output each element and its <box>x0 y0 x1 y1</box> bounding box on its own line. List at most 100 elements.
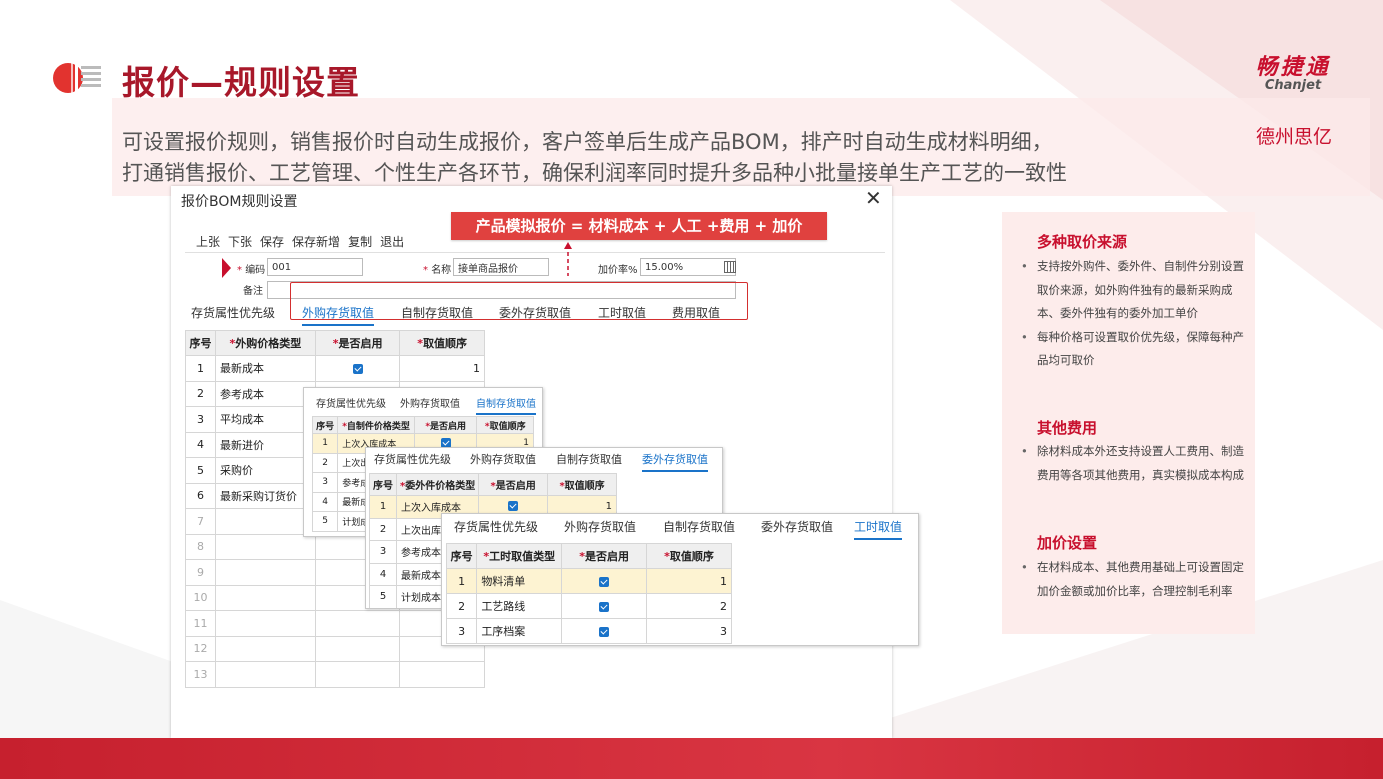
checkbox-checked-icon[interactable] <box>508 501 519 512</box>
table-row[interactable]: 3 工序档案 3 <box>445 618 732 644</box>
checkbox-checked-icon[interactable] <box>599 601 610 612</box>
enabled-cell[interactable] <box>314 355 401 382</box>
row-index: 9 <box>185 559 216 586</box>
col-header: *是否启用 <box>478 473 549 496</box>
enabled-cell[interactable] <box>561 618 648 644</box>
code-label: * 编码 <box>237 265 266 276</box>
copy-button[interactable]: 复制 <box>348 233 372 250</box>
p1-tab-attribute-priority[interactable]: 存货属性优先级 <box>316 395 386 410</box>
p2-tab-self-made[interactable]: 自制存货取值 <box>556 451 622 467</box>
enabled-cell[interactable] <box>314 635 401 662</box>
table-row[interactable]: 12 <box>185 635 485 662</box>
p3-tab-work-hours[interactable]: 工时取值 <box>854 518 903 540</box>
price-type-cell: 参考成本 <box>214 380 316 407</box>
row-index: 2 <box>185 380 216 407</box>
table-row[interactable]: 1 最新成本 1 <box>185 355 485 382</box>
section-title-price-sources: 多种取价来源 <box>1037 233 1128 251</box>
table-row[interactable]: 2 工艺路线 2 <box>445 593 732 619</box>
window-title: 报价BOM规则设置 <box>181 194 298 210</box>
price-type-cell: 最新进价 <box>214 431 316 458</box>
order-cell: 2 <box>646 593 732 619</box>
row-index: 5 <box>311 511 339 532</box>
row-index: 1 <box>369 495 397 519</box>
p3-tab-self-made[interactable]: 自制存货取值 <box>663 518 735 535</box>
company-name: 德州思亿 <box>1256 126 1333 148</box>
pointer-triangle-icon <box>222 258 231 278</box>
work-hours-popup: 存货属性优先级 外购存货取值 自制存货取值 委外存货取值 工时取值 序号 *工时取… <box>441 513 919 646</box>
row-index: 3 <box>185 406 216 433</box>
code-field[interactable] <box>267 258 363 276</box>
section-list-price-sources: 支持按外购件、委外件、自制件分别设置取价来源，如外购件独有的最新采购成本、委外件… <box>1019 255 1244 373</box>
description-line-1: 可设置报价规则，销售报价时自动生成报价，客户签单后生成产品BOM，排产时自动生成… <box>122 130 1053 154</box>
enabled-cell[interactable] <box>314 661 401 688</box>
table-row[interactable]: 11 <box>185 610 485 637</box>
row-index: 5 <box>369 585 397 608</box>
price-type-cell <box>214 661 316 688</box>
price-type-cell <box>214 559 316 586</box>
save-button[interactable]: 保存 <box>260 233 284 250</box>
table-row[interactable]: 1 物料清单 1 <box>445 568 732 594</box>
p2-tab-purchased[interactable]: 外购存货取值 <box>470 451 536 467</box>
row-index: 7 <box>185 508 216 535</box>
order-cell: 1 <box>399 355 485 382</box>
price-type-cell: 工序档案 <box>476 618 563 644</box>
order-cell: 1 <box>646 568 732 594</box>
markup-field[interactable] <box>640 258 736 276</box>
description-line-2: 打通销售报价、工艺管理、个性生产各环节，确保利润率同时提升多品种小批量接单生产工… <box>122 161 1067 185</box>
row-index: 2 <box>369 517 397 541</box>
p3-tab-outsourced[interactable]: 委外存货取值 <box>761 518 833 535</box>
list-item: 除材料成本外还支持设置人工费用、制造费用等各项其他费用，真实模拟成本构成 <box>1019 440 1244 487</box>
col-header-index: 序号 <box>185 330 216 356</box>
row-index: 11 <box>185 610 216 637</box>
next-button[interactable]: 下张 <box>228 233 252 250</box>
row-index: 3 <box>369 540 397 564</box>
col-header: *委外件价格类型 <box>395 473 480 496</box>
description: 可设置报价规则，销售报价时自动生成报价，客户签单后生成产品BOM，排产时自动生成… <box>122 127 1067 189</box>
exit-button[interactable]: 退出 <box>380 233 404 250</box>
row-index: 8 <box>185 533 216 560</box>
table-row[interactable]: 13 <box>185 661 485 688</box>
formula-banner: 产品模拟报价 = 材料成本 + 人工 +费用 + 加价 <box>451 212 827 240</box>
section-list-other-fees: 除材料成本外还支持设置人工费用、制造费用等各项其他费用，真实模拟成本构成 <box>1019 440 1244 487</box>
checkbox-checked-icon[interactable] <box>599 576 610 587</box>
name-field[interactable] <box>453 258 549 276</box>
price-type-cell: 平均成本 <box>214 406 316 433</box>
price-type-cell <box>214 584 316 611</box>
work-hours-table: 序号 *工时取值类型 *是否启用 *取值顺序 1 物料清单 1 2 工艺路线 2 3 工序档案 3 <box>445 543 732 644</box>
p2-tab-outsourced[interactable]: 委外存货取值 <box>642 451 708 472</box>
row-index: 12 <box>185 635 216 662</box>
brand-logo: 畅捷通 Chanjet <box>1238 49 1348 93</box>
col-header-order: *取值顺序 <box>399 330 485 356</box>
price-type-cell: 物料清单 <box>476 568 563 594</box>
prev-button[interactable]: 上张 <box>196 233 220 250</box>
section-title-markup: 加价设置 <box>1037 534 1098 552</box>
p3-tab-attribute-priority[interactable]: 存货属性优先级 <box>454 518 538 535</box>
col-header: *自制件价格类型 <box>337 416 415 434</box>
checkbox-checked-icon[interactable] <box>352 363 363 374</box>
tab-attribute-priority[interactable]: 存货属性优先级 <box>191 304 275 321</box>
close-icon[interactable]: ✕ <box>865 186 882 210</box>
calculator-icon[interactable] <box>724 261 736 273</box>
row-index: 4 <box>185 431 216 458</box>
enabled-cell[interactable] <box>561 568 648 594</box>
col-header: *工时取值类型 <box>476 543 563 569</box>
p2-tab-attribute-priority[interactable]: 存货属性优先级 <box>374 451 451 467</box>
p3-tab-purchased[interactable]: 外购存货取值 <box>564 518 636 535</box>
logo-mark-icon <box>53 63 101 93</box>
remark-label: 备注 <box>243 286 263 297</box>
enabled-cell[interactable] <box>314 610 401 637</box>
save-new-button[interactable]: 保存新增 <box>292 233 340 250</box>
row-index: 1 <box>445 568 478 594</box>
col-header: *是否启用 <box>561 543 648 569</box>
checkbox-checked-icon[interactable] <box>599 626 610 637</box>
p1-tab-self-made[interactable]: 自制存货取值 <box>476 395 536 415</box>
col-header: *是否启用 <box>413 416 478 434</box>
enabled-cell[interactable] <box>561 593 648 619</box>
p1-tab-purchased[interactable]: 外购存货取值 <box>400 395 460 410</box>
price-type-cell <box>214 610 316 637</box>
row-index: 10 <box>185 584 216 611</box>
col-header-type: *外购价格类型 <box>214 330 316 356</box>
list-item: 支持按外购件、委外件、自制件分别设置取价来源，如外购件独有的最新采购成本、委外件… <box>1019 255 1244 326</box>
price-type-cell: 采购价 <box>214 457 316 484</box>
section-list-markup: 在材料成本、其他费用基础上可设置固定加价金额或加价比率，合理控制毛利率 <box>1019 556 1244 603</box>
